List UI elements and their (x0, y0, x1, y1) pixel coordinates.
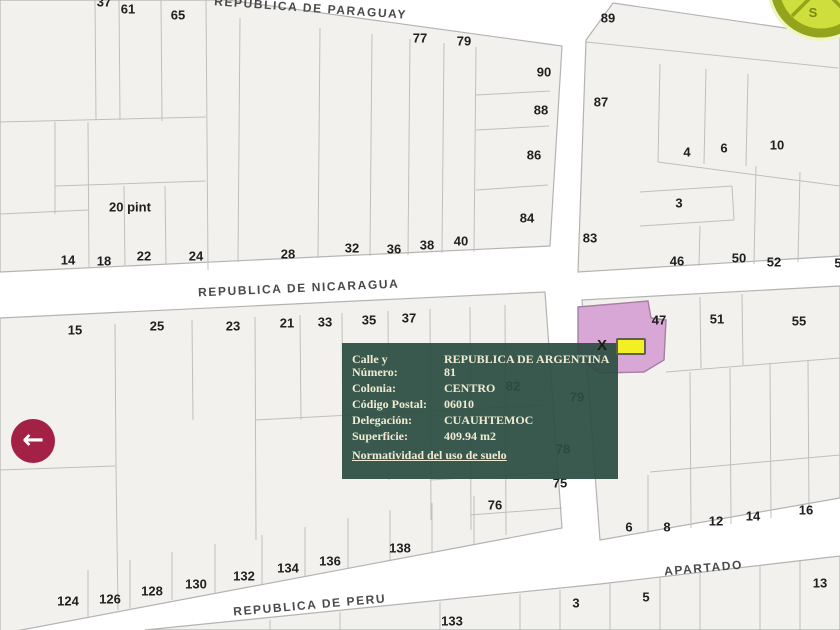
field-label-delegacion: Delegación: (352, 413, 412, 427)
parcel-number: 24 (188, 248, 204, 264)
parcel-number: 8 (663, 519, 671, 535)
parcel-number: 3 (572, 595, 580, 611)
field-label-calle: Calle y Número: (352, 352, 398, 379)
parcel-number: 84 (519, 210, 535, 226)
parcel-number: 55 (791, 313, 807, 329)
parcel-number: 16 (798, 502, 814, 518)
parcel-number: 46 (669, 253, 685, 269)
parcel-number: 12 (708, 513, 724, 529)
parcel-number: 20 pint (109, 199, 151, 215)
block-top-left (0, 0, 563, 273)
parcel-number: 13 (812, 575, 828, 591)
parcel-number: 136 (319, 553, 341, 569)
parcel-number: 133 (441, 613, 463, 629)
parcel-number: 128 (141, 583, 163, 599)
parcel-number: 51 (709, 311, 725, 327)
parcel-number: 5 (834, 255, 840, 271)
field-label-colonia: Colonia: (352, 381, 397, 395)
parcel-number: 90 (536, 64, 552, 80)
parcel-number: 37 (401, 310, 417, 326)
parcel-number: 89 (600, 10, 616, 26)
parcel-number: 14 (60, 252, 76, 268)
parcel-number: 138 (389, 540, 411, 556)
parcel-number: 130 (185, 576, 207, 592)
compass-south-label: S (809, 5, 818, 20)
parcel-number: 22 (136, 248, 152, 264)
parcel-number: 65 (170, 7, 186, 23)
block-top-right (577, 2, 840, 273)
parcel-number: 132 (233, 568, 255, 584)
field-value-superficie: 409.94 m2 (444, 429, 496, 443)
parcel-number: 23 (225, 318, 241, 334)
parcel-number: 18 (96, 253, 112, 269)
parcel-number: 28 (280, 246, 296, 262)
parcel-number: 86 (526, 147, 542, 163)
field-value-delegacion: CUAUHTEMOC (444, 413, 534, 427)
parcel-number: 52 (766, 254, 782, 270)
map-viewer: S 37 61 65 77 79 90 88 86 84 20 pint 14 18 22 24 28 32 3… (0, 0, 840, 630)
parcel-number: 83 (582, 230, 598, 246)
parcel-number: 47 (651, 312, 667, 328)
parcel-number: 61 (120, 1, 136, 17)
close-icon[interactable]: X (597, 337, 607, 354)
parcel-number: 4 (683, 144, 691, 160)
parcel-number: 14 (745, 508, 761, 524)
parcel-number: 35 (361, 312, 377, 328)
parcel-number: 87 (593, 94, 609, 110)
field-label-codigo-postal: Código Postal: (352, 397, 427, 411)
field-value-codigo-postal: 06010 (444, 397, 474, 411)
parcel-number: 25 (149, 318, 165, 334)
parcel-number: 21 (279, 315, 295, 331)
parcel-number: 77 (412, 30, 428, 46)
popup-fields: Calle y Número: REPUBLICA DE ARGENTINA 8… (352, 352, 609, 443)
parcel-number: 3 (675, 195, 683, 211)
parcel-number: 76 (487, 497, 503, 513)
parcel-number: 40 (453, 233, 469, 249)
parcel-number: 5 (642, 589, 650, 605)
parcel-number: 32 (344, 240, 360, 256)
field-value-colonia: CENTRO (444, 381, 496, 395)
parcel-number: 88 (533, 102, 549, 118)
pan-left-button[interactable]: ← (11, 419, 55, 463)
parcel-number: 134 (277, 560, 299, 576)
highlight-marker-button[interactable] (616, 338, 646, 355)
parcel-number: 124 (57, 593, 79, 609)
info-popup: Calle y Número: REPUBLICA DE ARGENTINA 8… (342, 343, 618, 479)
normativity-link[interactable]: Normatividad del uso de suelo (352, 448, 507, 463)
parcel-number: 38 (419, 237, 435, 253)
parcel-number: 6 (720, 140, 728, 156)
parcel-number: 10 (769, 137, 785, 153)
parcel-number: 126 (99, 591, 121, 607)
parcel-number: 50 (731, 250, 747, 266)
parcel-number: 37 (96, 0, 112, 10)
left-arrow-icon: ← (22, 425, 44, 455)
parcel-number: 79 (456, 33, 472, 49)
parcel-number: 36 (386, 241, 402, 257)
parcel-number: 33 (317, 314, 333, 330)
field-value-calle: REPUBLICA DE ARGENTINA 81 (444, 352, 609, 379)
field-label-superficie: Superficie: (352, 429, 408, 443)
parcel-number: 15 (67, 322, 83, 338)
parcel-number: 6 (625, 519, 633, 535)
